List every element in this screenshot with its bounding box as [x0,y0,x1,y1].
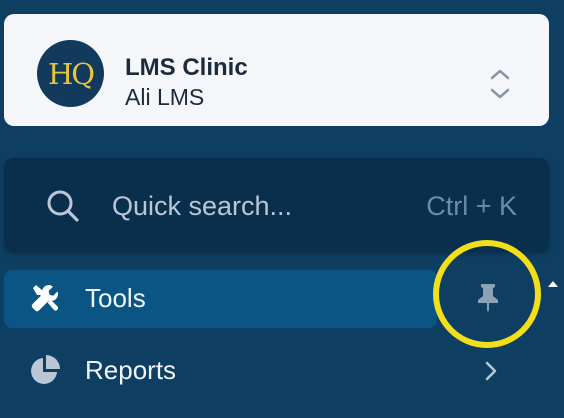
chevron-up-down-icon[interactable] [486,66,514,102]
pie-chart-icon [31,355,60,384]
sidebar-item-reports[interactable]: Reports [4,342,549,400]
scroll-up-arrow-icon[interactable] [547,280,559,288]
search-icon [47,190,79,222]
tools-icon [31,285,59,312]
sidebar-item-label: Reports [85,355,177,385]
organization-logo: HQ [37,40,104,107]
search-placeholder: Quick search... [112,191,293,221]
organization-switcher[interactable]: HQ LMS Clinic Ali LMS [4,14,549,126]
chevron-right-icon[interactable] [481,359,501,383]
highlight-circle [433,240,541,348]
sidebar-item-tools[interactable]: Tools [4,270,437,328]
quick-search-box[interactable]: Quick search... Ctrl + K [4,158,549,252]
sidebar-item-label: Tools [85,283,146,313]
search-shortcut-hint: Ctrl + K [426,191,517,221]
organization-name: LMS Clinic [125,54,248,81]
current-user-name: Ali LMS [125,84,205,110]
